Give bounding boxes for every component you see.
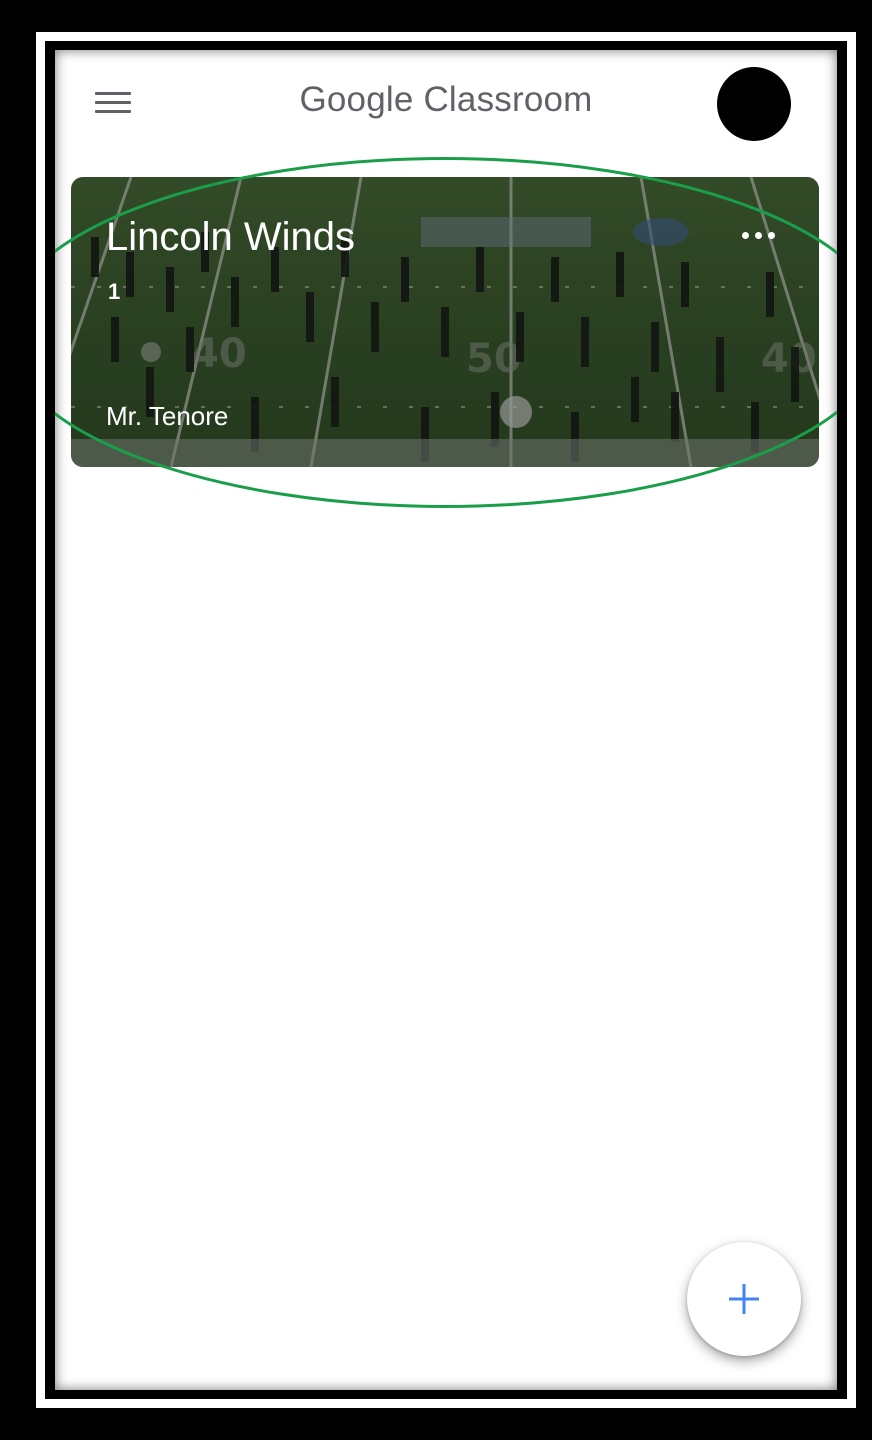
account-avatar[interactable]	[717, 67, 791, 141]
class-section: 1	[108, 279, 121, 304]
class-card[interactable]: 40 50 40 Lincoln Winds 1 Mr. Tenore	[71, 177, 819, 467]
add-class-button[interactable]	[687, 1242, 801, 1356]
class-title[interactable]: Lincoln Winds	[106, 215, 355, 260]
photo-frame: Google Classroom 40 50 40 Lincoln Winds …	[0, 0, 872, 1440]
class-teacher: Mr. Tenore	[106, 401, 229, 431]
app-screen: Google Classroom 40 50 40 Lincoln Winds …	[55, 50, 837, 1390]
plus-icon	[729, 1284, 759, 1314]
app-bar: Google Classroom	[55, 50, 837, 160]
more-horizontal-icon[interactable]	[736, 223, 782, 247]
